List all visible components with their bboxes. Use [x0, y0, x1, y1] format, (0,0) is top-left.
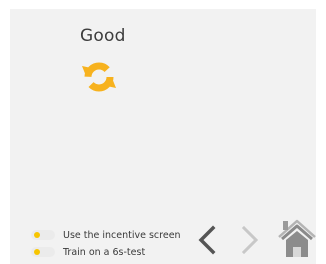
refresh-icon[interactable]: [82, 60, 116, 94]
result-title: Good: [80, 26, 126, 46]
chevron-left-icon: [198, 225, 216, 255]
incentive-screen-toggle[interactable]: [31, 230, 55, 240]
incentive-screen-label: Use the incentive screen: [63, 229, 181, 241]
toggle-knob: [34, 232, 40, 238]
home-icon: [278, 219, 316, 257]
train-6s-test-toggle[interactable]: [31, 247, 55, 257]
option-train-6s-test[interactable]: Train on a 6s-test: [31, 246, 145, 258]
home-button[interactable]: [276, 218, 318, 258]
train-6s-test-label: Train on a 6s-test: [63, 246, 146, 258]
toggle-knob: [34, 249, 40, 255]
option-incentive-screen[interactable]: Use the incentive screen: [31, 229, 181, 241]
chevron-right-icon: [241, 225, 259, 255]
content-panel: [10, 9, 316, 264]
forward-button[interactable]: [240, 224, 260, 256]
screen: Good Use the incentive screen Train on a…: [0, 0, 326, 264]
back-button[interactable]: [197, 224, 217, 256]
